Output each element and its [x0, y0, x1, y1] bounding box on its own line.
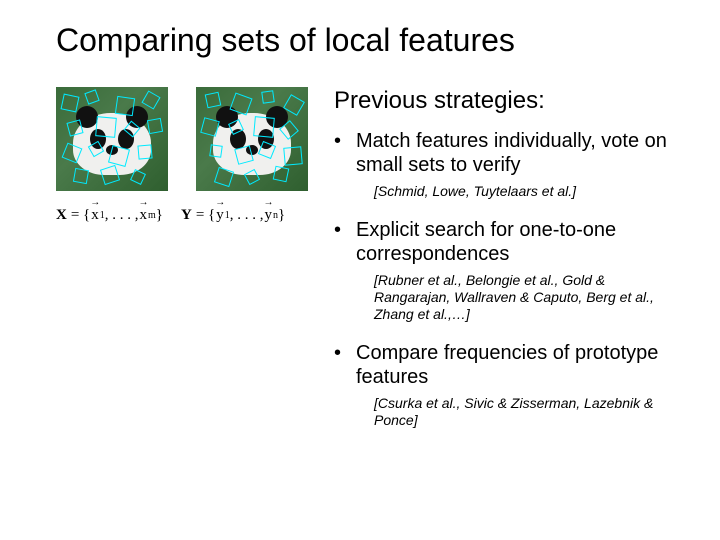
- set-y: Y = { y1 , . . . , yn }: [181, 207, 285, 224]
- list-item: • Explicit search for one-to-one corresp…: [334, 218, 680, 266]
- citation: [Csurka et al., Sivic & Zisserman, Lazeb…: [374, 395, 680, 429]
- list-item: • Compare frequencies of prototype featu…: [334, 341, 680, 389]
- bullet-text: Compare frequencies of prototype feature…: [356, 341, 680, 389]
- citation: [Schmid, Lowe, Tuytelaars et al.]: [374, 183, 680, 200]
- panda-image-left: [56, 87, 168, 191]
- set-formulas: X = { x1 , . . . , xm } Y = { y1 , . . .…: [56, 207, 326, 224]
- slide-title: Comparing sets of local features: [0, 0, 720, 59]
- image-pair: [56, 87, 326, 191]
- bullet-icon: •: [334, 129, 356, 177]
- right-column: Previous strategies: • Match features in…: [326, 87, 680, 447]
- set-x: X = { x1 , . . . , xm }: [56, 207, 163, 224]
- bullet-list: • Match features individually, vote on s…: [334, 129, 680, 177]
- bullet-list: • Compare frequencies of prototype featu…: [334, 341, 680, 389]
- content-row: X = { x1 , . . . , xm } Y = { y1 , . . .…: [0, 59, 720, 447]
- bullet-icon: •: [334, 218, 356, 266]
- bullet-icon: •: [334, 341, 356, 389]
- panda-image-right: [196, 87, 308, 191]
- citation: [Rubner et al., Belongie et al., Gold & …: [374, 272, 680, 323]
- bullet-text: Explicit search for one-to-one correspon…: [356, 218, 680, 266]
- subtitle: Previous strategies:: [334, 87, 680, 115]
- bullet-list: • Explicit search for one-to-one corresp…: [334, 218, 680, 266]
- bullet-text: Match features individually, vote on sma…: [356, 129, 680, 177]
- left-column: X = { x1 , . . . , xm } Y = { y1 , . . .…: [56, 87, 326, 447]
- list-item: • Match features individually, vote on s…: [334, 129, 680, 177]
